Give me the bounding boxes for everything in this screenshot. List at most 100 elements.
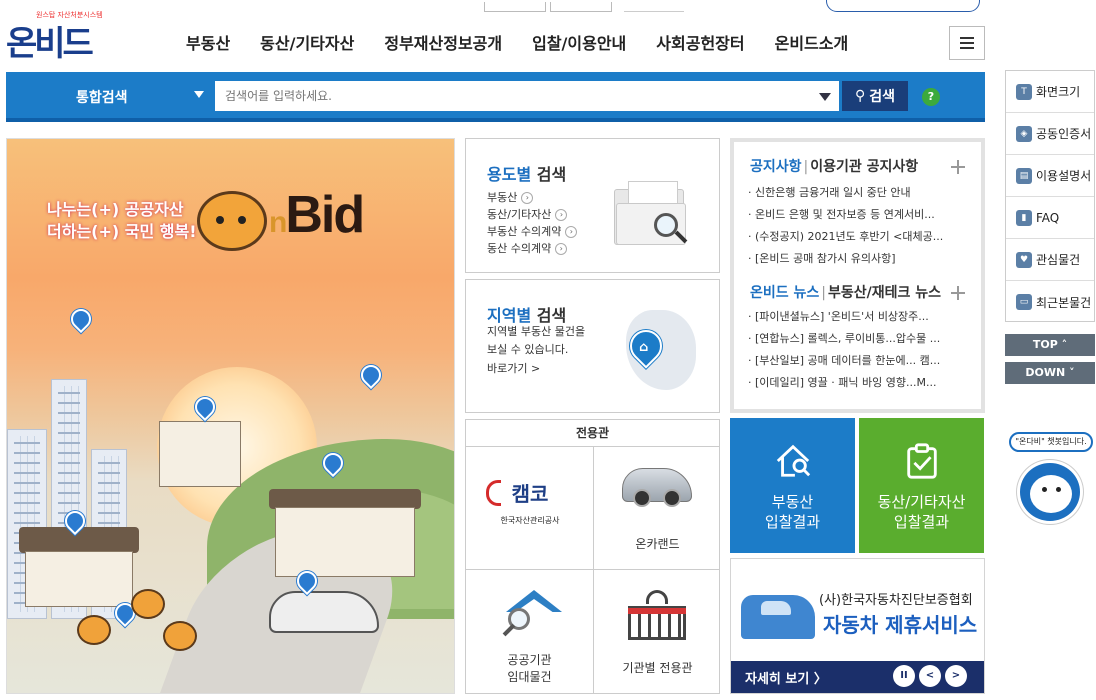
hamburger-icon[interactable]: [949, 26, 985, 60]
chevron-right-icon: ›: [521, 191, 534, 204]
quick-item-favorites[interactable]: ♥ 관심물건: [1006, 239, 1094, 281]
tiger-cub-illustration: [77, 615, 111, 645]
notice-list: · 신한은행 금융거래 일시 중단 안내 · 온비드 은행 및 전자보증 등 연…: [748, 182, 968, 270]
real-estate-results-label: 부동산 입찰결과: [764, 493, 821, 531]
quick-item-manual[interactable]: ▤ 이용설명서: [1006, 155, 1094, 197]
logo-text: 온비드: [6, 25, 94, 63]
list-item[interactable]: 동산 수의계약 ›: [487, 240, 577, 257]
list-item[interactable]: 부동산 ›: [487, 189, 577, 206]
nav-item-about[interactable]: 온비드소개: [775, 30, 849, 54]
quick-item-certificate[interactable]: ◈ 공동인증서: [1006, 113, 1094, 155]
cafe-roof: [269, 489, 421, 509]
nav-item-bid-guide[interactable]: 입찰/이용안내: [532, 30, 626, 54]
real-estate-results-tile[interactable]: 부동산 입찰결과: [730, 418, 855, 553]
chevron-right-icon: ›: [565, 225, 578, 238]
quick-item-recent[interactable]: ▭ 최근본물건: [1006, 281, 1094, 323]
chevron-right-icon[interactable]: >: [945, 665, 967, 687]
ad-org: (사)한국자동차진단보증협회: [819, 593, 973, 608]
utility-links[interactable]: [624, 10, 684, 12]
search-button[interactable]: ⚲ 검색: [842, 81, 908, 111]
location-pin-icon: [356, 360, 386, 390]
region-search-panel[interactable]: 지역별 검색 지역별 부동산 물건을 보실 수 있습니다. 바로가기 > ⌂: [465, 279, 720, 413]
movable-results-label: 동산/기타자산 입찰결과: [877, 493, 966, 531]
nav-item-gov-property[interactable]: 정부재산정보공개: [384, 30, 502, 54]
search-category-select[interactable]: 통합검색: [76, 87, 128, 107]
public-rental-icon[interactable]: [502, 590, 562, 637]
public-rental-link[interactable]: 공공기관 임대물건: [466, 652, 593, 686]
quick-item-screen-size[interactable]: T 화면크기: [1006, 71, 1094, 113]
chevron-down-icon[interactable]: [819, 93, 831, 101]
utility-button[interactable]: [550, 2, 612, 12]
chevron-right-icon: ›: [555, 208, 568, 221]
banner-slogan-line1: 나누는(+) 공공자산: [47, 200, 184, 219]
banner-slogan: 나누는(+) 공공자산 더하는(+) 국민 행복!: [47, 199, 197, 243]
nav-item-movable[interactable]: 동산/기타자산: [260, 30, 354, 54]
usage-search-panel: 용도별 검색 부동산 › 동산/기타자산 › 부동산 수의계약 › 동산 수의계약 ›: [465, 138, 720, 273]
car-icon[interactable]: [622, 468, 692, 507]
region-search-link[interactable]: 바로가기 >: [487, 360, 540, 376]
notice-panel: 공지사항 | 이용기관 공지사항 · 신한은행 금융거래 일시 중단 안내 · 온비…: [730, 138, 985, 413]
list-item[interactable]: · [파이낸셜뉴스] '온비드'서 비상장주...: [748, 306, 968, 328]
kamco-link[interactable]: 캠코 한국자산관리공사: [486, 478, 572, 526]
agency-hall-link[interactable]: 기관별 전용관: [594, 660, 721, 677]
main-banner[interactable]: 나누는(+) 공공자산 더하는(+) 국민 행복! nBid: [6, 138, 455, 694]
scroll-down-button[interactable]: DOWN ˅: [1005, 362, 1095, 384]
nav-item-social-market[interactable]: 사회공헌장터: [656, 30, 744, 54]
list-item[interactable]: · [온비드 공매 참가시 유의사항]: [748, 248, 968, 270]
ad-banner[interactable]: (사)한국자동차진단보증협회 자동차 제휴서비스 자세히 보기 〉 II < >: [730, 558, 985, 694]
notice-tabs: 공지사항 | 이용기관 공지사항: [750, 159, 919, 175]
chevron-left-icon[interactable]: <: [919, 665, 941, 687]
list-item[interactable]: 동산/기타자산 ›: [487, 206, 577, 223]
heart-icon: ♥: [1016, 251, 1032, 268]
list-item[interactable]: · 신한은행 금융거래 일시 중단 안내: [748, 182, 968, 204]
car-icon: [741, 595, 815, 639]
pause-icon[interactable]: II: [893, 665, 915, 687]
search-button-label: 검색: [869, 89, 896, 105]
house-search-icon: [776, 444, 811, 477]
usage-search-title[interactable]: 용도별 검색: [487, 161, 566, 185]
scroll-top-button[interactable]: TOP ˄: [1005, 334, 1095, 356]
quick-item-faq[interactable]: ▮ FAQ: [1006, 197, 1094, 239]
usage-search-links: 부동산 › 동산/기타자산 › 부동산 수의계약 › 동산 수의계약 ›: [487, 189, 578, 257]
dedicated-halls-panel: 전용관 캠코 한국자산관리공사 온카랜드 공공기관 임대물건 기관별 전용관: [465, 419, 720, 694]
tab-onbid-news[interactable]: 온비드 뉴스: [750, 285, 819, 301]
list-item[interactable]: · [부산일보] 공매 데이터를 한눈에... 캠...: [748, 350, 968, 372]
oncarland-link[interactable]: 온카랜드: [594, 536, 721, 553]
list-item[interactable]: · [이데일리] 영끌 · 패닉 바잉 영향...M...: [748, 372, 968, 394]
search-input[interactable]: [215, 81, 839, 111]
list-item[interactable]: · [연합뉴스] 롤렉스, 루이비통...압수물 ...: [748, 328, 968, 350]
kamco-logo: 캠코: [486, 478, 572, 507]
tab-realestate-news[interactable]: 부동산/재테크 뉴스: [828, 285, 941, 301]
folder-search-icon: [614, 181, 690, 245]
main-nav: 부동산 동산/기타자산 정부재산정보공개 입찰/이용안내 사회공헌장터 온비드소…: [186, 30, 878, 54]
chatbot-button[interactable]: "온다비" 챗봇입니다.: [1005, 432, 1095, 527]
chatbot-bubble: "온다비" 챗봇입니다.: [1009, 432, 1093, 452]
tab-notices[interactable]: 공지사항: [750, 159, 802, 175]
tiger-mascot: [197, 191, 267, 251]
list-item[interactable]: · 온비드 은행 및 전자보증 등 연계서비...: [748, 204, 968, 226]
plus-icon[interactable]: [951, 286, 965, 300]
list-item[interactable]: · (수정공지) 2021년도 후반기 <대체공...: [748, 226, 968, 248]
monitor-icon: ▭: [1016, 294, 1032, 310]
tab-agency-notices[interactable]: 이용기관 공지사항: [810, 159, 918, 175]
plus-icon[interactable]: [951, 160, 965, 174]
banner-brand: nBid: [269, 185, 365, 245]
chevron-down-icon[interactable]: [194, 91, 204, 98]
government-building-icon[interactable]: [626, 586, 688, 642]
car-illustration: [269, 591, 379, 633]
news-list: · [파이낸셜뉴스] '온비드'서 비상장주... · [연합뉴스] 롤렉스, …: [748, 306, 968, 394]
recycle-center-illustration: [159, 421, 241, 487]
nav-item-real-estate[interactable]: 부동산: [186, 30, 230, 54]
help-icon[interactable]: ?: [922, 88, 940, 106]
cafe-illustration: [275, 507, 415, 577]
ad-control-bar: 자세히 보기 〉 II < >: [731, 661, 984, 693]
movable-results-tile[interactable]: 동산/기타자산 입찰결과: [859, 418, 984, 553]
quick-menu: T 화면크기 ◈ 공동인증서 ▤ 이용설명서 ▮ FAQ ♥ 관심물건 ▭ 최근본물건: [1005, 70, 1095, 322]
ad-more-link[interactable]: 자세히 보기 〉: [745, 668, 827, 687]
site-logo[interactable]: 원스탑 자산처분시스템 온비드: [6, 10, 103, 63]
utility-button[interactable]: [484, 2, 546, 12]
book-icon: ▮: [1016, 209, 1032, 226]
dedicated-halls-title: 전용관: [466, 420, 719, 447]
agency-site-button[interactable]: [826, 0, 980, 12]
list-item[interactable]: 부동산 수의계약 ›: [487, 223, 578, 240]
